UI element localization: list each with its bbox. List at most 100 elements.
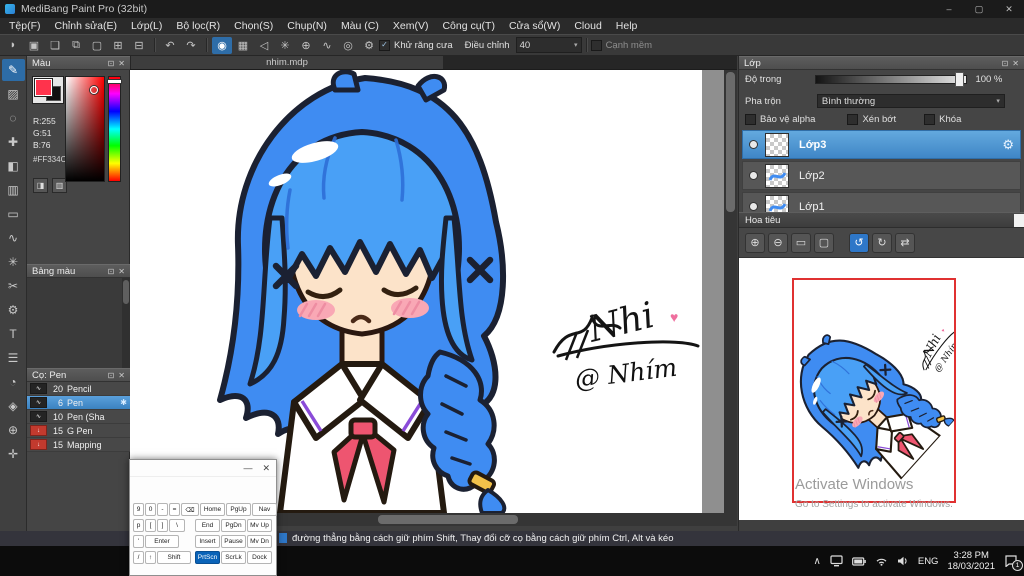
network-icon[interactable] <box>875 556 888 566</box>
copy-icon[interactable]: ⧉ <box>66 37 86 54</box>
notification-icon[interactable]: 1 <box>1004 555 1023 571</box>
rotate-ccw-icon[interactable]: ↺ <box>849 232 869 253</box>
brush-tool[interactable]: ✎ <box>1 59 25 81</box>
osk-key-0-1[interactable]: 0 <box>145 503 156 516</box>
gear-icon[interactable]: ✱ <box>120 398 127 407</box>
layer-row-0[interactable]: Lớp3 ⚙ <box>742 130 1021 159</box>
menu-item-9[interactable]: Cửa sổ(W) <box>502 18 567 34</box>
rotate-cw-icon[interactable]: ↻ <box>872 232 892 253</box>
snap-settings-icon[interactable]: ⚙ <box>359 37 379 54</box>
volume-icon[interactable] <box>897 556 909 566</box>
menu-item-5[interactable]: Chụp(N) <box>280 18 334 34</box>
snap-off-icon[interactable]: ◁ <box>254 37 274 54</box>
dot-tool[interactable]: ◌ <box>2 107 25 129</box>
osk-close-button[interactable]: ✕ <box>262 463 270 474</box>
canvas-area[interactable] <box>130 70 737 513</box>
osk-key-1-1[interactable]: [ <box>145 519 156 532</box>
comment-icon[interactable]: ❏ <box>45 37 65 54</box>
zoom-in-icon[interactable]: ⊕ <box>745 232 765 253</box>
visibility-dot[interactable] <box>749 171 758 180</box>
lasso-tool[interactable]: ∿ <box>2 227 25 249</box>
grid-icon[interactable]: ⊞ <box>108 37 128 54</box>
popout-icon[interactable]: ⊡ <box>108 267 115 276</box>
osk-key-3-0[interactable]: / <box>133 551 144 564</box>
osk-key-3-4[interactable]: ScrLk <box>221 551 246 564</box>
osk-key-3-5[interactable]: Dock <box>247 551 272 564</box>
brush-item-0[interactable]: ∿ 20 Pencil <box>27 382 130 396</box>
popout-icon[interactable]: ⊡ <box>1002 59 1009 68</box>
close-button[interactable]: ✕ <box>994 0 1024 18</box>
protect-alpha-checkbox[interactable] <box>745 114 756 125</box>
redo-icon[interactable]: ↷ <box>181 37 201 54</box>
navigator-preview[interactable]: Activate Windows Go to Settings to activ… <box>739 258 1024 520</box>
scissors-tool[interactable]: ✂ <box>2 275 25 297</box>
select-tool[interactable]: ▭ <box>2 203 25 225</box>
osk-key-1-5[interactable]: PgDn <box>221 519 246 532</box>
visibility-dot[interactable] <box>749 202 758 211</box>
menu-item-0[interactable]: Tệp(F) <box>2 18 48 34</box>
navigator-view-rectangle[interactable] <box>792 278 956 503</box>
hue-slider[interactable] <box>107 76 122 182</box>
osk-key-1-3[interactable]: \ <box>169 519 185 532</box>
clock[interactable]: 3:28 PM 18/03/2021 <box>947 550 995 572</box>
menu-item-8[interactable]: Công cụ(T) <box>435 18 502 34</box>
layer-row-2[interactable]: Lớp1 <box>742 192 1021 212</box>
scrollbar-thumb[interactable] <box>123 280 129 304</box>
osk-key-1-4[interactable]: End <box>195 519 220 532</box>
canvas-tab[interactable]: nhim.mdp <box>131 56 443 69</box>
palette-scrollbar[interactable] <box>122 278 130 368</box>
undo-icon[interactable]: ↶ <box>160 37 180 54</box>
gradient-tool[interactable]: ▥ <box>2 179 25 201</box>
osk-key-2-4[interactable]: Mv Dn <box>247 535 272 548</box>
on-screen-keyboard[interactable]: — ✕ 9 0- = ⌫ Home PgUp Nav p[] \ End PgDn Mv Up ' Ent… <box>129 459 277 576</box>
brush-item-3[interactable]: ↓ 15 G Pen <box>27 424 130 438</box>
popout-icon[interactable]: ⊡ <box>108 371 115 380</box>
language-indicator[interactable]: ENG <box>918 556 939 567</box>
eraser-tool[interactable]: ▨ <box>2 83 25 105</box>
palette-body[interactable] <box>27 278 130 368</box>
brush-blob-icon[interactable]: ◗ <box>3 37 23 54</box>
brush-item-1[interactable]: ∿ 6 Pen ✱ <box>27 396 130 410</box>
osk-key-2-1[interactable]: Enter <box>145 535 179 548</box>
saturation-value-picker[interactable] <box>65 76 105 182</box>
zoom-out-icon[interactable]: ⊖ <box>768 232 788 253</box>
display-icon[interactable] <box>830 555 843 567</box>
snap-curve-icon[interactable]: ∿ <box>317 37 337 54</box>
move-tool[interactable]: ✚ <box>2 131 25 153</box>
brush-item-2[interactable]: ∿ 10 Pen (Sha <box>27 410 130 424</box>
popout-icon[interactable]: ⊡ <box>108 59 115 68</box>
slider-handle[interactable] <box>955 72 965 87</box>
opacity-slider[interactable] <box>815 72 968 87</box>
scrollbar-thumb[interactable] <box>726 72 735 212</box>
operation-tool[interactable]: ⚙ <box>2 299 25 321</box>
scrollbar-thumb[interactable] <box>378 515 518 524</box>
layer-row-1[interactable]: Lớp2 <box>742 161 1021 190</box>
lock-checkbox[interactable] <box>924 114 936 125</box>
canvas-vertical-scrollbar[interactable] <box>724 70 737 513</box>
osk-key-3-3[interactable]: PrtScn <box>195 551 220 564</box>
maximize-button[interactable]: ▢ <box>964 0 994 18</box>
flip-icon[interactable]: ⇄ <box>895 232 915 253</box>
pen-mode-icon[interactable]: ◉ <box>212 36 232 54</box>
foreground-color-swatch[interactable] <box>35 79 52 96</box>
magic-wand-tool[interactable]: ✳ <box>2 251 25 273</box>
gear-icon[interactable]: ⚙ <box>1002 137 1014 153</box>
osk-key-2-3[interactable]: Pause <box>221 535 246 548</box>
osk-key-3-1[interactable]: ↑ <box>145 551 156 564</box>
osk-key-1-2[interactable]: ] <box>157 519 168 532</box>
menu-item-4[interactable]: Chọn(S) <box>227 18 280 34</box>
material-icon[interactable]: ⊟ <box>129 37 149 54</box>
menu-item-2[interactable]: Lớp(L) <box>124 18 169 34</box>
osk-key-1-6[interactable]: Mv Up <box>247 519 272 532</box>
visibility-dot[interactable] <box>749 140 758 149</box>
osk-key-2-2[interactable]: Insert <box>195 535 220 548</box>
osk-minimize-button[interactable]: — <box>243 463 252 473</box>
close-icon[interactable]: ✕ <box>1012 59 1019 68</box>
brush-item-4[interactable]: ↓ 15 Mapping <box>27 438 130 452</box>
menu-item-3[interactable]: Bộ lọc(R) <box>169 18 227 34</box>
osk-key-0-0[interactable]: 9 <box>133 503 144 516</box>
snap-cross-icon[interactable]: ⊕ <box>296 37 316 54</box>
clipping-checkbox[interactable] <box>847 114 859 125</box>
color-wheel-icon[interactable]: ◨ <box>33 178 48 193</box>
eyedropper-tool[interactable]: ◔ <box>2 371 25 393</box>
